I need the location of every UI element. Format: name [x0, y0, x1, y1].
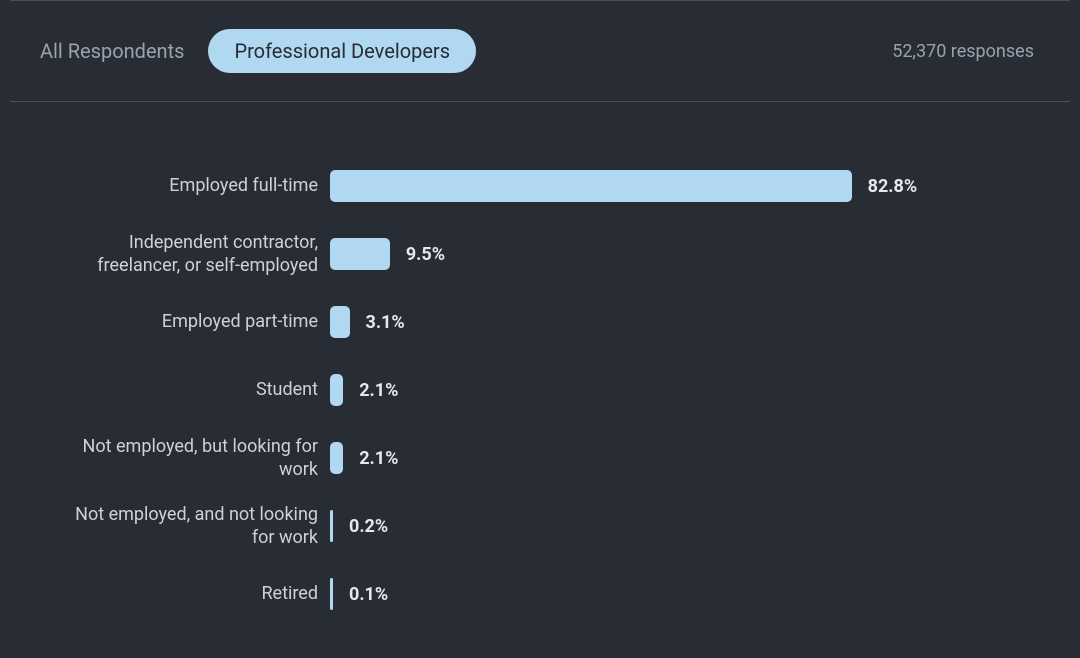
chart-value: 2.1%	[359, 380, 398, 401]
chart-row: Employed full-time 82.8%	[50, 162, 1030, 210]
header-row: All Respondents Professional Developers …	[10, 1, 1070, 101]
chart-area: Employed full-time 82.8% Independent con…	[10, 102, 1070, 658]
bar-area: 2.1%	[330, 374, 1030, 406]
chart-bar	[330, 374, 343, 406]
chart-label: Independent contractor, freelancer, or s…	[50, 231, 330, 278]
bar-area: 0.1%	[330, 578, 1030, 610]
tab-professional-developers[interactable]: Professional Developers	[208, 29, 476, 73]
chart-row: Retired 0.1%	[50, 570, 1030, 618]
chart-row: Not employed, but looking for work 2.1%	[50, 434, 1030, 482]
chart-value: 2.1%	[359, 448, 398, 469]
chart-bar	[330, 442, 343, 474]
chart-bar	[330, 510, 333, 542]
bar-area: 9.5%	[330, 238, 1030, 270]
chart-row: Not employed, and not looking for work 0…	[50, 502, 1030, 550]
chart-label: Not employed, and not looking for work	[50, 503, 330, 550]
tabs: All Respondents Professional Developers	[40, 29, 476, 73]
bar-area: 3.1%	[330, 306, 1030, 338]
chart-value: 0.1%	[349, 584, 388, 605]
chart-value: 3.1%	[366, 312, 405, 333]
chart-row: Employed part-time 3.1%	[50, 298, 1030, 346]
chart-value: 9.5%	[406, 244, 445, 265]
chart-row: Independent contractor, freelancer, or s…	[50, 230, 1030, 278]
chart-label: Employed part-time	[50, 310, 330, 333]
chart-label: Retired	[50, 582, 330, 605]
response-count: 52,370 responses	[892, 41, 1040, 62]
chart-value: 82.8%	[868, 176, 918, 197]
tab-all-respondents[interactable]: All Respondents	[40, 29, 184, 73]
chart-row: Student 2.1%	[50, 366, 1030, 414]
chart-label: Student	[50, 378, 330, 401]
chart-bar	[330, 578, 333, 610]
chart-bar	[330, 170, 852, 202]
bar-area: 2.1%	[330, 442, 1030, 474]
bar-area: 0.2%	[330, 510, 1030, 542]
bar-area: 82.8%	[330, 170, 1030, 202]
chart-label: Employed full-time	[50, 174, 330, 197]
chart-value: 0.2%	[349, 516, 388, 537]
chart-bar	[330, 238, 390, 270]
chart-bar	[330, 306, 350, 338]
chart-label: Not employed, but looking for work	[50, 435, 330, 482]
